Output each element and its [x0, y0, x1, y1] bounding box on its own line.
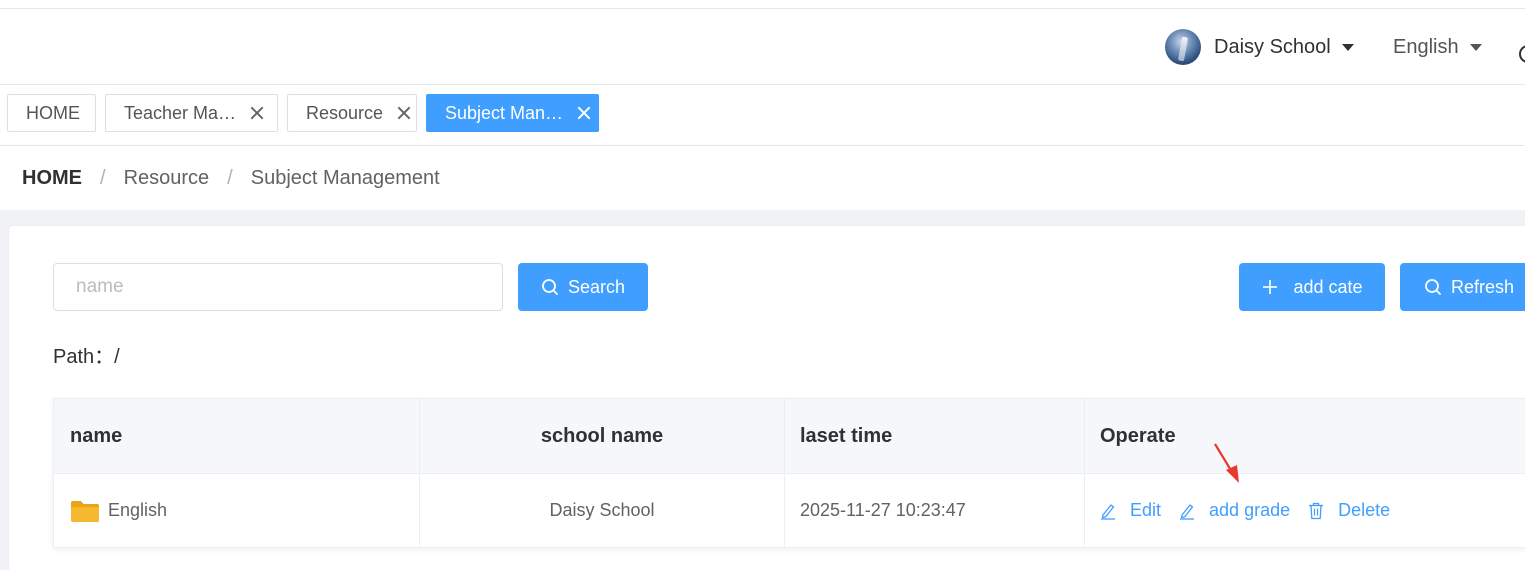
cell-last-time: 2025-11-27 10:23:47	[785, 474, 1085, 547]
tab-bar: HOME Teacher Ma… Resource Subject Man…	[0, 85, 1525, 146]
close-icon[interactable]	[397, 106, 411, 120]
tab-resource[interactable]: Resource	[287, 94, 417, 132]
search-input[interactable]	[53, 263, 503, 311]
caret-down-icon	[1341, 43, 1354, 51]
column-header-operate: Operate	[1100, 425, 1176, 447]
cell-school-name: Daisy School	[420, 474, 785, 547]
refresh-label: Refresh	[1451, 276, 1515, 297]
caret-down-icon	[1469, 43, 1482, 51]
cell-operate: Edit add grade Delete	[1085, 474, 1525, 547]
breadcrumb-separator: /	[227, 166, 233, 189]
search-icon	[542, 279, 558, 295]
tab-subject-management[interactable]: Subject Man…	[426, 94, 599, 132]
edit-label: Edit	[1130, 500, 1162, 520]
add-grade-button[interactable]: add grade	[1179, 500, 1290, 521]
user-name: Daisy School	[1214, 35, 1331, 58]
header-bar: Daisy School English	[0, 9, 1525, 85]
annotation-arrow-icon	[1214, 443, 1239, 483]
breadcrumb-resource[interactable]: Resource	[124, 167, 210, 190]
delete-label: Delete	[1338, 500, 1391, 520]
folder-icon	[71, 500, 99, 522]
language-label: English	[1393, 35, 1459, 58]
fullscreen-icon[interactable]	[1519, 45, 1525, 63]
path-display: Path：/	[53, 340, 120, 369]
table-header: name school name laset time Operate	[54, 399, 1525, 474]
edit-icon	[1180, 503, 1195, 520]
column-header-last-time: laset time	[785, 399, 1085, 474]
breadcrumb-separator: /	[100, 166, 106, 189]
delete-button[interactable]: Delete	[1308, 500, 1390, 521]
add-grade-label: add grade	[1209, 500, 1291, 520]
trash-icon	[1309, 502, 1324, 519]
top-border	[0, 0, 1525, 9]
refresh-button[interactable]: Refresh	[1400, 263, 1525, 311]
avatar	[1165, 29, 1201, 65]
tab-label: Resource	[306, 102, 384, 123]
path-value: /	[114, 346, 120, 368]
search-button-label: Search	[567, 276, 626, 297]
tab-teacher-management[interactable]: Teacher Ma…	[105, 94, 278, 132]
last-time: 2025-11-27 10:23:47	[800, 500, 966, 520]
add-cate-label: add cate	[1293, 276, 1363, 297]
search-button[interactable]: Search	[518, 263, 648, 311]
table-row[interactable]: English Daisy School 2025-11-27 10:23:47…	[54, 474, 1525, 547]
search-icon	[1425, 279, 1441, 295]
edit-icon	[1101, 503, 1115, 520]
column-header-school-name: school name	[420, 399, 785, 474]
breadcrumb-home[interactable]: HOME	[22, 167, 82, 190]
close-icon[interactable]	[250, 106, 264, 120]
breadcrumb-current: Subject Management	[250, 166, 440, 189]
school-name: Daisy School	[549, 500, 655, 520]
cell-name: English	[54, 474, 420, 547]
subject-table: name school name laset time Operate Engl…	[53, 398, 1525, 548]
plus-icon	[1263, 280, 1278, 294]
tab-label: HOME	[26, 102, 80, 123]
language-selector[interactable]: English	[1393, 29, 1482, 65]
subject-name[interactable]: English	[108, 500, 167, 521]
user-menu[interactable]: Daisy School	[1165, 29, 1354, 65]
tab-home[interactable]: HOME	[7, 94, 96, 132]
breadcrumb: HOME / Resource / Subject Management	[0, 146, 1525, 210]
close-icon[interactable]	[577, 106, 591, 120]
edit-button[interactable]: Edit	[1100, 500, 1161, 521]
tab-label: Teacher Ma…	[124, 102, 237, 123]
add-cate-button[interactable]: add cate	[1239, 263, 1385, 311]
path-label: Path：	[53, 346, 115, 368]
tab-label: Subject Man…	[445, 102, 564, 123]
column-header-name: name	[54, 399, 420, 474]
